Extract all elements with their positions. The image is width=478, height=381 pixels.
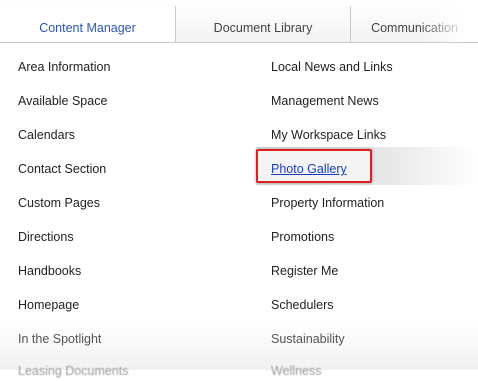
menu-item-promotions[interactable]: Promotions [271,227,334,247]
menu-item-management-news[interactable]: Management News [271,91,379,111]
menu-item-in-the-spotlight[interactable]: In the Spotlight [18,329,101,349]
menu-item-leasing-documents[interactable]: Leasing Documents [18,361,128,381]
tab-content-manager[interactable]: Content Manager [0,6,176,42]
tab-document-library[interactable]: Document Library [176,6,351,42]
menu-item-custom-pages[interactable]: Custom Pages [18,193,100,213]
menu-item-schedulers[interactable]: Schedulers [271,295,334,315]
menu-item-homepage[interactable]: Homepage [18,295,79,315]
top-tab-bar: Content Manager Document Library Communi… [0,0,478,43]
menu-item-sustainability[interactable]: Sustainability [271,329,345,349]
menu-item-area-information[interactable]: Area Information [18,57,110,77]
menu-item-photo-gallery[interactable]: Photo Gallery [271,159,347,179]
menu-item-wellness[interactable]: Wellness [271,361,321,381]
menu-item-calendars[interactable]: Calendars [18,125,75,145]
tab-communication[interactable]: Communication [351,6,478,42]
menu-item-my-workspace-links[interactable]: My Workspace Links [271,125,386,145]
menu-item-local-news-and-links[interactable]: Local News and Links [271,57,393,77]
menu-item-register-me[interactable]: Register Me [271,261,338,281]
menu-item-directions[interactable]: Directions [18,227,74,247]
menu-item-available-space[interactable]: Available Space [18,91,107,111]
menu-item-contact-section[interactable]: Contact Section [18,159,106,179]
content-manager-menu: Area Information Available Space Calenda… [0,43,478,378]
menu-item-handbooks[interactable]: Handbooks [18,261,81,281]
menu-item-property-information[interactable]: Property Information [271,193,384,213]
